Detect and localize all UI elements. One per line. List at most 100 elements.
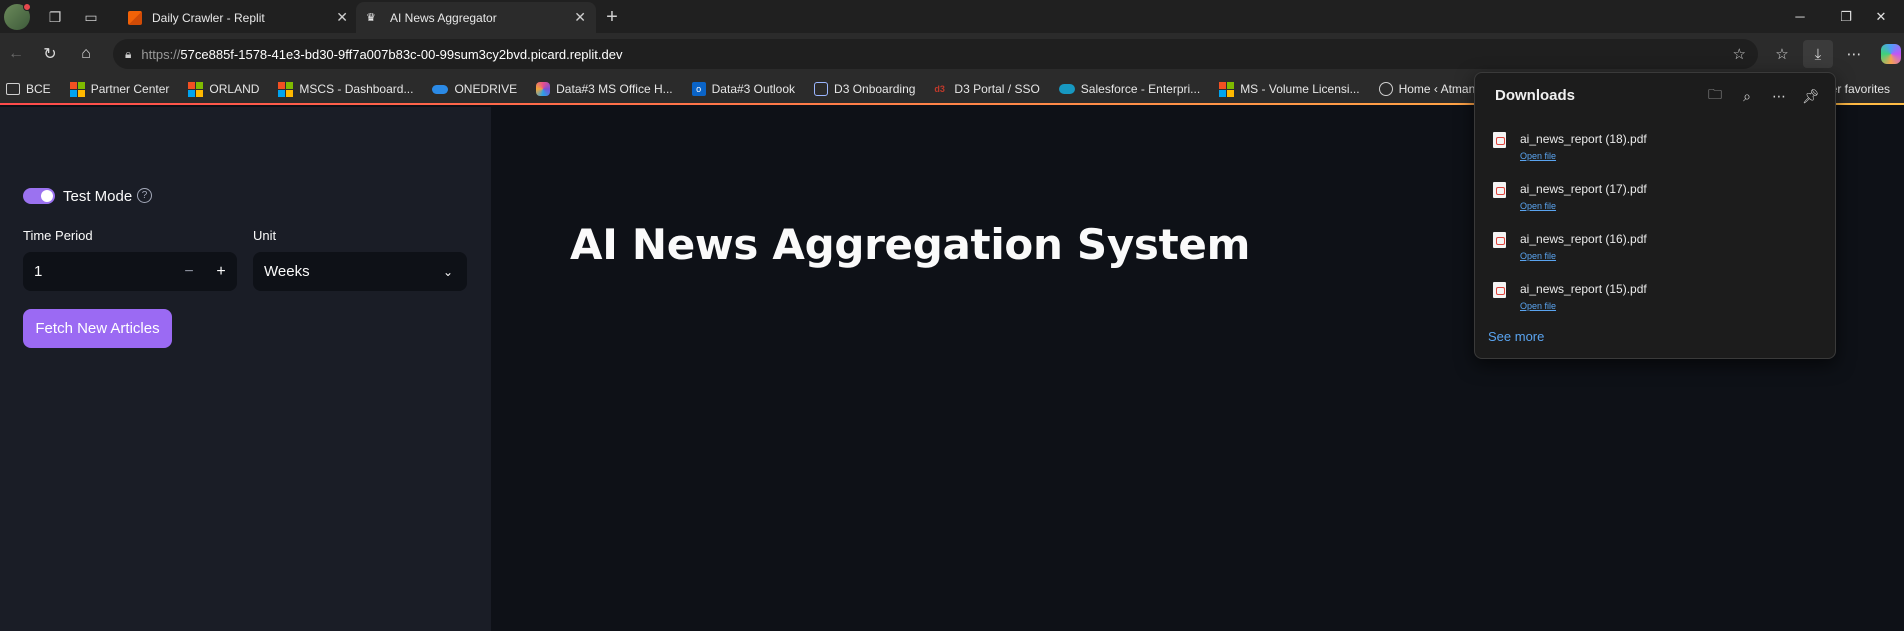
app-sidebar bbox=[0, 107, 491, 631]
tab-title: AI News Aggregator bbox=[390, 10, 497, 25]
address-bar[interactable]: 🔒︎ https:// 57ce885f-1578-41e3-bd30-9ff7… bbox=[113, 39, 1758, 69]
more-menu-icon[interactable]: ⋯ bbox=[1839, 40, 1869, 68]
close-tab-icon[interactable]: ✕ bbox=[574, 9, 586, 26]
tab-daily-crawler[interactable]: Daily Crawler - Replit ✕ bbox=[118, 2, 358, 33]
fetch-new-articles-button[interactable]: Fetch New Articles bbox=[23, 309, 172, 348]
microsoft-icon bbox=[278, 81, 294, 97]
time-period-value[interactable]: 1 bbox=[23, 263, 173, 280]
microsoft-icon bbox=[188, 81, 204, 97]
unit-selected-value: Weeks bbox=[264, 263, 310, 280]
favorites-icon[interactable]: ☆ bbox=[1767, 40, 1797, 68]
new-tab-icon[interactable]: + bbox=[597, 2, 627, 32]
download-file-name: ai_news_report (16).pdf bbox=[1520, 232, 1647, 246]
download-file-name: ai_news_report (18).pdf bbox=[1520, 132, 1647, 146]
office-icon bbox=[536, 82, 551, 96]
open-file-link[interactable]: Open file bbox=[1520, 151, 1556, 161]
see-more-link[interactable]: See more bbox=[1488, 329, 1544, 344]
fav-label: Data#3 MS Office H... bbox=[556, 82, 673, 96]
unit-select[interactable]: Weeks ⌄ bbox=[253, 252, 467, 291]
downloads-actions: 🗀︎ ⌕ ⋯ 📌︎ bbox=[1703, 85, 1823, 107]
fav-orland[interactable]: ORLAND bbox=[188, 81, 260, 97]
browser-tab-strip: ❐ ▭ Daily Crawler - Replit ✕ ♛ AI News A… bbox=[0, 0, 1904, 33]
toggle-knob bbox=[41, 190, 53, 202]
outlook-icon: o bbox=[691, 82, 706, 96]
decrement-icon[interactable]: − bbox=[173, 263, 205, 281]
fav-label: Salesforce - Enterpri... bbox=[1080, 82, 1201, 96]
download-item[interactable]: ai_news_report (16).pdf Open file bbox=[1475, 227, 1835, 273]
profile-avatar[interactable] bbox=[4, 2, 31, 30]
close-window-icon[interactable]: ✕ bbox=[1858, 0, 1904, 33]
fav-mscs-dashboard[interactable]: MSCS - Dashboard... bbox=[278, 81, 414, 97]
test-mode-label: Test Mode bbox=[63, 188, 133, 205]
fav-d3-onboarding[interactable]: D3 Onboarding bbox=[814, 82, 915, 96]
increment-icon[interactable]: + bbox=[205, 263, 237, 281]
fav-data3-office[interactable]: Data#3 MS Office H... bbox=[536, 82, 673, 96]
minimize-icon[interactable]: ─ bbox=[1777, 0, 1823, 33]
open-file-link[interactable]: Open file bbox=[1520, 201, 1556, 211]
url-scheme: https:// bbox=[141, 46, 181, 62]
fav-label: ONEDRIVE bbox=[454, 82, 518, 96]
pin-icon[interactable]: 📌︎ bbox=[1799, 85, 1823, 107]
fav-label: MS - Volume Licensi... bbox=[1240, 82, 1360, 96]
fav-label: ORLAND bbox=[209, 82, 260, 96]
folder-icon bbox=[6, 83, 20, 95]
fav-d3-portal[interactable]: d3 D3 Portal / SSO bbox=[934, 82, 1039, 96]
open-file-link[interactable]: Open file bbox=[1520, 301, 1556, 311]
fav-label: BCE bbox=[26, 82, 51, 96]
fav-bce[interactable]: BCE bbox=[6, 82, 51, 96]
favorite-star-icon[interactable]: ☆ bbox=[1733, 45, 1746, 63]
back-icon[interactable]: ← bbox=[2, 41, 30, 67]
salesforce-icon bbox=[1058, 84, 1075, 94]
fav-label: D3 Onboarding bbox=[834, 82, 916, 96]
d3-icon: d3 bbox=[934, 84, 945, 94]
pdf-file-icon bbox=[1493, 232, 1506, 248]
downloads-icon[interactable]: ⤓ bbox=[1803, 40, 1833, 68]
download-item[interactable]: ai_news_report (15).pdf Open file bbox=[1475, 277, 1835, 323]
download-item[interactable]: ai_news_report (17).pdf Open file bbox=[1475, 177, 1835, 223]
refresh-icon[interactable]: ↻ bbox=[36, 41, 64, 67]
open-folder-icon[interactable]: 🗀︎ bbox=[1703, 85, 1727, 107]
downloads-title: Downloads bbox=[1495, 87, 1576, 104]
time-period-input[interactable]: 1 − + bbox=[23, 252, 237, 291]
workspaces-icon[interactable]: ❐ bbox=[40, 2, 70, 32]
home-icon[interactable]: ⌂ bbox=[72, 41, 100, 67]
more-options-icon[interactable]: ⋯ bbox=[1767, 85, 1791, 107]
downloads-panel: Downloads 🗀︎ ⌕ ⋯ 📌︎ ai_news_report (18).… bbox=[1474, 72, 1836, 359]
pdf-file-icon bbox=[1493, 282, 1506, 298]
pdf-file-icon bbox=[1493, 182, 1506, 198]
fav-partner-center[interactable]: Partner Center bbox=[69, 81, 170, 97]
fav-label: Data#3 Outlook bbox=[711, 82, 796, 96]
fav-label: MSCS - Dashboard... bbox=[299, 82, 414, 96]
lock-icon[interactable]: 🔒︎ bbox=[125, 47, 131, 62]
time-period-label: Time Period bbox=[23, 228, 93, 243]
crown-favicon-icon: ♛ bbox=[366, 11, 376, 24]
help-icon[interactable]: ? bbox=[137, 188, 152, 203]
test-mode-toggle[interactable] bbox=[23, 188, 55, 204]
notification-dot bbox=[23, 2, 31, 11]
download-item[interactable]: ai_news_report (18).pdf Open file bbox=[1475, 127, 1835, 173]
open-file-link[interactable]: Open file bbox=[1520, 251, 1556, 261]
download-file-name: ai_news_report (15).pdf bbox=[1520, 282, 1647, 296]
tab-title: Daily Crawler - Replit bbox=[152, 10, 265, 25]
fav-label: D3 Portal / SSO bbox=[954, 82, 1040, 96]
fav-onedrive[interactable]: ONEDRIVE bbox=[432, 82, 517, 96]
fav-salesforce[interactable]: Salesforce - Enterpri... bbox=[1058, 82, 1201, 96]
tab-ai-news-aggregator[interactable]: ♛ AI News Aggregator ✕ bbox=[356, 2, 596, 33]
copilot-icon[interactable] bbox=[1876, 40, 1904, 68]
fav-ms-volume-licensing[interactable]: MS - Volume Licensi... bbox=[1219, 81, 1360, 97]
tab-actions-icon[interactable]: ▭ bbox=[76, 2, 106, 32]
pdf-file-icon bbox=[1493, 132, 1506, 148]
microsoft-icon bbox=[69, 81, 85, 97]
microsoft-icon bbox=[1219, 81, 1235, 97]
replit-favicon-icon bbox=[128, 10, 142, 25]
lock-badge-icon bbox=[814, 82, 829, 96]
close-tab-icon[interactable]: ✕ bbox=[336, 9, 348, 26]
browser-toolbar: ← ↻ ⌂ 🔒︎ https:// 57ce885f-1578-41e3-bd3… bbox=[0, 33, 1904, 75]
fav-data3-outlook[interactable]: o Data#3 Outlook bbox=[691, 82, 796, 96]
onedrive-icon bbox=[432, 84, 449, 94]
chevron-down-icon: ⌄ bbox=[442, 264, 453, 279]
fav-label: Partner Center bbox=[90, 82, 170, 96]
page-title: AI News Aggregation System bbox=[570, 220, 1251, 269]
download-file-name: ai_news_report (17).pdf bbox=[1520, 182, 1647, 196]
search-icon[interactable]: ⌕ bbox=[1735, 85, 1759, 107]
